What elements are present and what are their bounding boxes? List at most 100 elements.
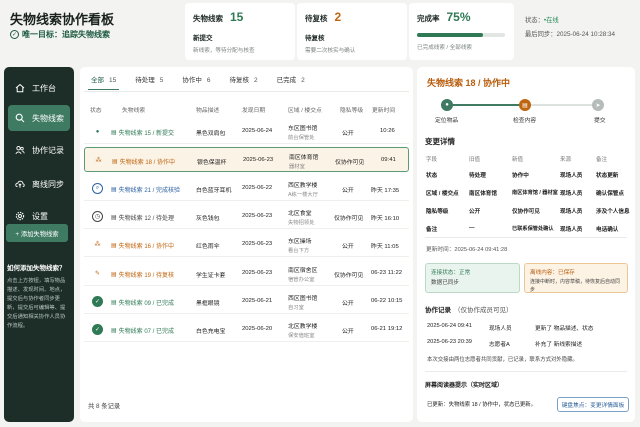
clue-id: 失物线索 19 / 待复核 [118, 272, 175, 279]
table-row[interactable]: ⁂ ▤ 失物线索 16 / 协作中 红色雨伞 2025-06-23 东区操场 看台下方 公开 昨… [84, 232, 409, 258]
item-desc: 黑色双肩包 [196, 131, 226, 137]
stat-card-completion[interactable]: 完成率 75% 已完成线索 / 全部线索 [409, 3, 514, 60]
location-sub: 器材室 [289, 164, 305, 171]
offline-value: 已保存 [557, 270, 575, 276]
tab-review[interactable]: 待复核 2 [226, 74, 260, 90]
stat-title: 失物线索 [193, 14, 223, 23]
change-cell: 已联系保管处确认 [512, 226, 554, 232]
stat-title: 完成率 [417, 14, 440, 23]
privacy-level: 仅协作可见 [334, 215, 364, 222]
sidebar-item-label: 工作台 [32, 83, 56, 93]
sidebar-item-lost-clues[interactable]: 失物线索 [8, 105, 70, 131]
clue-title[interactable]: ▤ 失物线索 16 / 协作中 [111, 241, 174, 250]
sidebar-item-collab-log[interactable]: 协作记录 [8, 137, 70, 163]
change-detail-title: 变更详情 [425, 137, 455, 146]
log-entry-time: 2025-06-24 09:41 [427, 323, 472, 329]
change-cell: 现场人员 [560, 191, 583, 197]
log-title: 协作记录 [425, 307, 451, 314]
col-header: 失物线索 [122, 108, 146, 114]
clue-title[interactable]: ▤ 失物线索 12 / 待处理 [111, 213, 174, 222]
clue-title[interactable]: ▤ 失物线索 19 / 待复核 [111, 270, 174, 279]
stat-value: 75% [446, 10, 471, 24]
location: 西区教学楼 [288, 182, 318, 189]
tab-pending[interactable]: 待处理 5 [132, 74, 166, 90]
clipboard-icon: ▤ [111, 243, 117, 250]
change-col-header: 备注 [596, 157, 608, 163]
update-time: 06-23 11:22 [371, 269, 403, 276]
tab-label: 待处理 [135, 77, 155, 84]
col-header: 隐私等级 [340, 108, 364, 114]
online-badge: •在线 [543, 17, 559, 24]
tab-all[interactable]: 全部 15 [88, 74, 120, 90]
found-date: 2025-06-21 [242, 297, 273, 304]
privacy-level: 公开 [342, 300, 354, 307]
clue-title[interactable]: ▤ 失物线索 18 / 协作中 [112, 157, 175, 166]
item-desc: 学生证卡套 [196, 272, 226, 279]
tab-count: 6 [206, 77, 211, 84]
sync-label: 最后同步： [525, 31, 557, 38]
clipboard-icon: ▤ [111, 299, 117, 306]
clue-title[interactable]: ▤ 失物线索 21 / 完成核验 [111, 185, 180, 194]
clue-id: 失物线索 07 / 已完成 [118, 329, 175, 336]
change-cell: 公开 [469, 209, 481, 215]
location: 北区教学楼 [288, 324, 318, 331]
change-col-header: 新值 [512, 157, 524, 163]
change-cell: 状态更新 [596, 173, 619, 179]
clue-title[interactable]: ▤ 失物线索 09 / 已完成 [111, 298, 174, 307]
status-collab-icon: ⁂ [94, 242, 101, 249]
status-done-icon: ✓ [92, 324, 103, 336]
change-cell: 南区体育馆 [469, 191, 497, 197]
privacy-level: 公开 [342, 131, 354, 137]
table-row[interactable]: ✓ ▤ 失物线索 07 / 已完成 白色充电宝 2025-06-20 北区教学楼 保安值班室… [84, 317, 409, 343]
sidebar-item-label: 协作记录 [32, 145, 64, 155]
stat-value: 15 [230, 10, 244, 24]
table-row[interactable]: ⌕ ▤ 失物线索 21 / 完成核验 白色蓝牙耳机 2025-06-22 西区教学楼 A栋一… [84, 176, 409, 201]
stat-desc: 需要二次核实与确认 [305, 48, 356, 54]
sidebar-item-dashboard[interactable]: 工作台 [8, 75, 70, 101]
add-clue-button[interactable]: + 添加失物线索 [6, 224, 68, 242]
table-row[interactable]: ⁂ ▤ 失物线索 18 / 协作中 银色保温杯 2025-06-23 南区体育馆 器材室 仅协… [84, 147, 409, 173]
tab-done[interactable]: 已完成 2 [274, 74, 308, 90]
log-subtitle: （仅协作成员可见） [454, 307, 513, 314]
log-entry-who: 志愿者A [489, 342, 510, 348]
step-submit-icon: ➤ [592, 99, 604, 111]
table-row[interactable]: ◷ ▤ 失物线索 12 / 待处理 灰色钱包 2025-06-23 北区食堂 失物招领处 仅协… [84, 204, 409, 229]
stat-desc: 新线索，等待分配与核查 [193, 48, 255, 54]
clue-title[interactable]: ▤ 失物线索 15 / 新提交 [111, 128, 174, 137]
tab-count: 5 [159, 77, 164, 84]
clue-title[interactable]: ▤ 失物线索 07 / 已完成 [111, 326, 174, 335]
tab-count: 15 [109, 77, 117, 84]
status-pending-icon: ◷ [92, 210, 103, 222]
stat-card-clues[interactable]: 失物线索 15 新提交 新线索，等待分配与核查 [185, 3, 295, 60]
clue-id: 失物线索 18 / 协作中 [119, 160, 176, 167]
change-col-header: 旧值 [469, 157, 481, 163]
table-row[interactable]: ✎ ▤ 失物线索 19 / 待复核 学生证卡套 2025-06-23 南区宿舍区 宿管办公室… [84, 261, 409, 286]
status-box: 状态：•在线 最后同步：2025-06-24 10:28:34 [525, 14, 615, 42]
divider [425, 371, 627, 372]
step-label: 检查内容 [513, 118, 537, 124]
stat-value: 2 [334, 10, 342, 24]
location-sub: 失物招领处 [288, 219, 315, 226]
tab-collab[interactable]: 协作中 6 [179, 74, 213, 90]
update-time: 昨天 11:05 [371, 244, 399, 251]
change-cell: 协作中 [512, 173, 529, 179]
goal-label: 唯一目标：追踪失物线索 [22, 30, 110, 39]
sidebar-item-offline-sync[interactable]: 离线同步 [8, 171, 70, 197]
location: 西区图书馆 [288, 295, 318, 302]
sync-time: 2025-06-24 10:28:34 [556, 31, 615, 38]
stat-sub: 待复核 [305, 35, 325, 42]
stat-sub: 新提交 [193, 35, 213, 42]
clipboard-icon: ▤ [111, 214, 117, 221]
change-cell: 南区体育馆 / 器材室 [512, 190, 558, 196]
stat-card-review[interactable]: 待复核 2 待复核 需要二次核实与确认 [297, 3, 407, 60]
table-row[interactable]: ● ▤ 失物线索 15 / 新提交 黑色双肩包 2025-06-24 东区图书馆 前台保管处… [84, 119, 409, 144]
change-cell: 涉及个人信息 [596, 209, 630, 215]
clipboard-icon: ▤ [111, 186, 117, 193]
check-circle-icon: ✓ [10, 30, 19, 39]
change-cell: 仅协作可见 [512, 209, 540, 215]
log-entry-time: 2025-06-23 20:39 [427, 339, 472, 345]
table-row[interactable]: ✓ ▤ 失物线索 09 / 已完成 黑框眼镜 2025-06-21 西区图书馆 自习室 公开 0… [84, 289, 409, 314]
keyboard-focus-button[interactable]: 键盘焦点：变更详情面板 [557, 397, 629, 412]
location-sub: 前台保管处 [288, 135, 315, 141]
tab-label: 已完成 [276, 77, 297, 84]
